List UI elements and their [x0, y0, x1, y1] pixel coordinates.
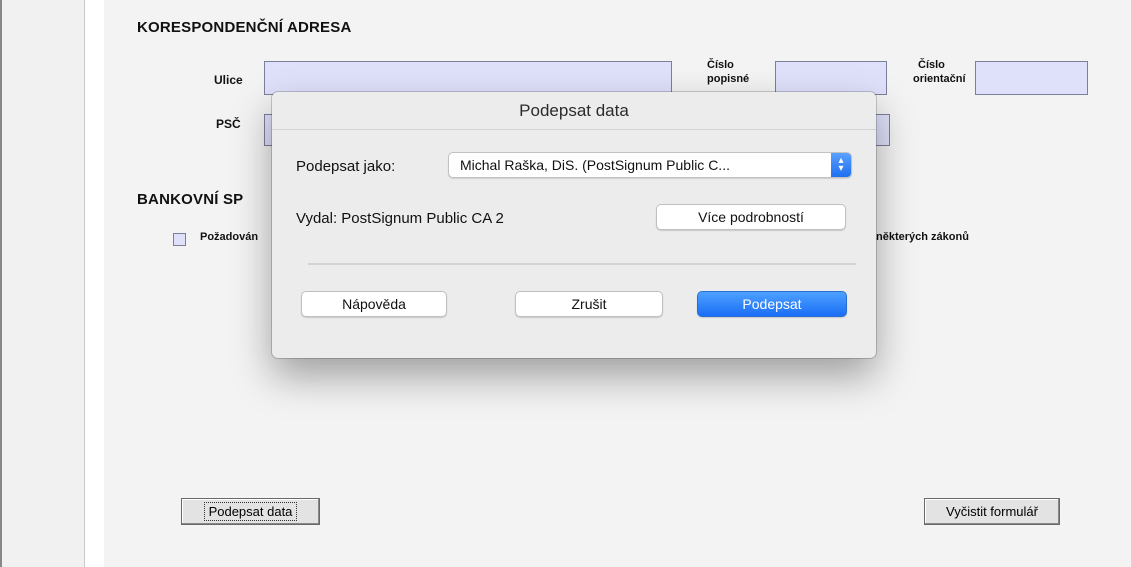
orientation-number-input[interactable]: [975, 61, 1088, 95]
left-margin: [0, 0, 84, 567]
sign-dialog: Podepsat data Podepsat jako: Michal Rašk…: [272, 92, 876, 358]
sign-data-button[interactable]: Podepsat data: [181, 498, 320, 525]
orientation-number-label: Číslo orientační: [913, 59, 966, 85]
request-checkbox-label: Požadován: [200, 231, 259, 243]
sign-button[interactable]: Podepsat: [697, 291, 847, 317]
sign-data-button-label: Podepsat data: [203, 502, 298, 521]
help-button[interactable]: Nápověda: [301, 291, 447, 317]
request-checkbox[interactable]: [173, 233, 186, 246]
house-number-label-line2: popisné: [707, 73, 750, 85]
zip-label: PSČ: [216, 117, 241, 131]
section-title-bank: BANKOVNÍ SP: [137, 191, 244, 208]
orientation-number-label-line1: Číslo: [918, 59, 945, 71]
house-number-label-line1: Číslo: [707, 59, 734, 71]
clear-form-button-label: Vyčistit formulář: [946, 504, 1038, 519]
street-input[interactable]: [264, 61, 672, 95]
dialog-title-divider: [272, 129, 876, 130]
cancel-button[interactable]: Zrušit: [515, 291, 663, 317]
house-number-input[interactable]: [775, 61, 887, 95]
clear-form-button[interactable]: Vyčistit formulář: [924, 498, 1060, 525]
sign-as-label: Podepsat jako:: [296, 158, 396, 175]
window-edge: [0, 0, 2, 567]
street-label: Ulice: [214, 73, 243, 87]
certificate-select[interactable]: Michal Raška, DiS. (PostSignum Public C.…: [448, 152, 852, 178]
house-number-label: Číslo popisné: [707, 59, 749, 85]
request-checkbox-label-tail: některých zákonů: [876, 231, 969, 243]
dialog-divider: [308, 263, 856, 265]
margin-divider: [84, 0, 85, 567]
certificate-select-value: Michal Raška, DiS. (PostSignum Public C.…: [460, 157, 730, 173]
section-title-correspondence: KORESPONDENČNÍ ADRESA: [137, 19, 352, 36]
orientation-number-label-line2: orientační: [913, 73, 966, 85]
updown-arrows-icon: ▴ ▾: [831, 153, 851, 177]
dialog-title: Podepsat data: [519, 101, 629, 120]
issuer-text: Vydal: PostSignum Public CA 2: [296, 210, 504, 227]
more-details-button[interactable]: Více podrobností: [656, 204, 846, 230]
